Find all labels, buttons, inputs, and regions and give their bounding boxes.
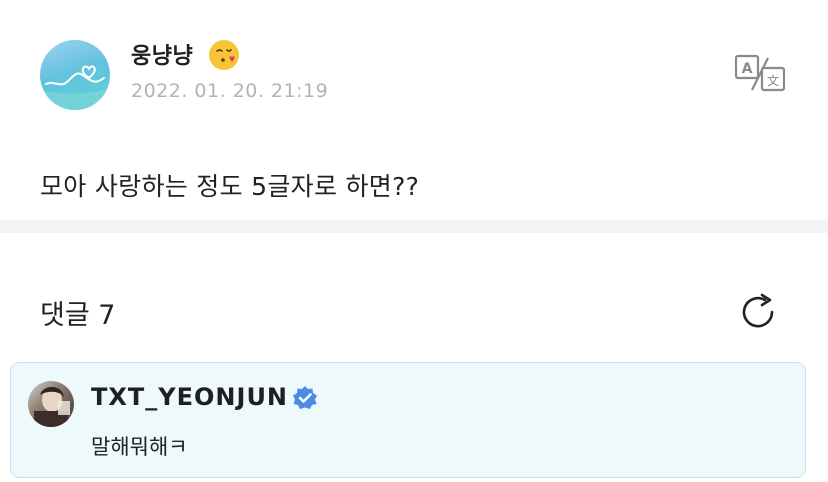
author-name[interactable]: 웅냥냥: [131, 38, 193, 70]
comment-text: 말해뭐해ㅋ: [91, 435, 188, 459]
refresh-button[interactable]: [739, 292, 779, 332]
author-avatar[interactable]: [40, 40, 110, 110]
commenter-avatar[interactable]: [28, 381, 74, 427]
svg-text:A: A: [742, 61, 753, 77]
section-divider: [0, 220, 828, 233]
translate-button[interactable]: A 文: [734, 54, 786, 92]
avatar-heart-doodle: [40, 65, 110, 110]
translate-icon: A 文: [734, 54, 786, 92]
post-header: 웅냥냥 2022. 01. 20. 21:19 A 文: [0, 0, 828, 130]
comment-item[interactable]: TXT_YEONJUN 말해뭐해ㅋ: [10, 362, 806, 478]
svg-text:文: 文: [767, 73, 779, 88]
face-blowing-a-kiss-emoji: [209, 40, 239, 70]
commenter-name[interactable]: TXT_YEONJUN: [91, 383, 288, 411]
post-date: 2022. 01. 20. 21:19: [131, 80, 329, 102]
refresh-icon: [742, 293, 774, 328]
verified-badge-icon: [292, 385, 318, 411]
post-body: 모아 사랑하는 정도 5글자로 하면??: [40, 172, 420, 201]
comments-title: 댓글 7: [40, 300, 116, 331]
